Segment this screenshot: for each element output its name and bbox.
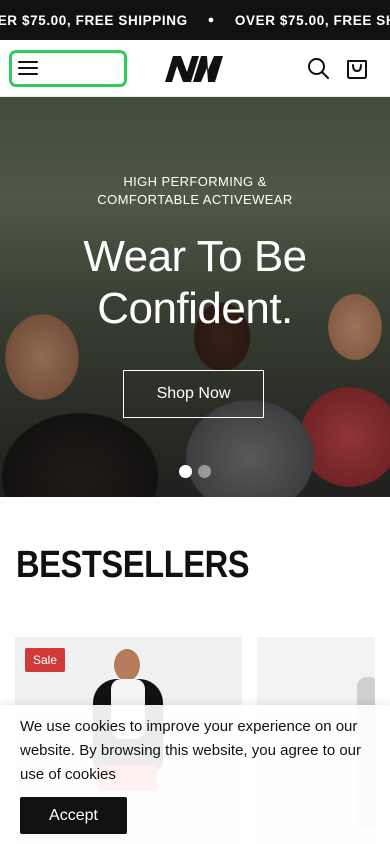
site-header xyxy=(0,40,390,97)
accept-cookies-button[interactable]: Accept xyxy=(20,797,127,834)
menu-button[interactable] xyxy=(9,50,127,87)
hero-banner: HIGH PERFORMING & COMFORTABLE ACTIVEWEAR… xyxy=(0,97,390,497)
carousel-dot[interactable] xyxy=(198,465,211,478)
hero-eyebrow-line: COMFORTABLE ACTIVEWEAR xyxy=(97,192,293,207)
announcement-track: OVER $75.00, FREE SHIPPING ● OVER $75.00… xyxy=(0,0,390,40)
announcement-bar: OVER $75.00, FREE SHIPPING ● OVER $75.00… xyxy=(0,0,390,40)
shopping-bag-icon[interactable] xyxy=(345,56,369,80)
product-image xyxy=(114,649,140,681)
cookie-message: We use cookies to improve your experienc… xyxy=(20,718,362,783)
announcement-separator: ● xyxy=(207,14,215,26)
hero-eyebrow-line: HIGH PERFORMING & xyxy=(123,174,267,189)
sale-badge: Sale xyxy=(25,648,66,672)
hero-title-line: Confident. xyxy=(97,284,293,333)
announcement-text: OVER $75.00, FREE SHIPPING xyxy=(234,12,390,28)
hero-eyebrow: HIGH PERFORMING & COMFORTABLE ACTIVEWEAR xyxy=(0,173,390,209)
search-icon[interactable] xyxy=(306,56,330,80)
cookie-banner: We use cookies to improve your experienc… xyxy=(0,705,390,844)
hero-title: Wear To Be Confident. xyxy=(0,231,390,335)
hamburger-menu-icon xyxy=(18,60,38,76)
bestsellers-title: BESTSELLERS xyxy=(16,544,250,586)
brand-logo[interactable] xyxy=(165,56,223,82)
announcement-text: OVER $75.00, FREE SHIPPING xyxy=(0,12,188,28)
hero-title-line: Wear To Be xyxy=(83,232,307,281)
shop-now-button[interactable]: Shop Now xyxy=(123,370,264,418)
carousel-dots xyxy=(179,465,211,478)
carousel-dot[interactable] xyxy=(179,465,192,478)
